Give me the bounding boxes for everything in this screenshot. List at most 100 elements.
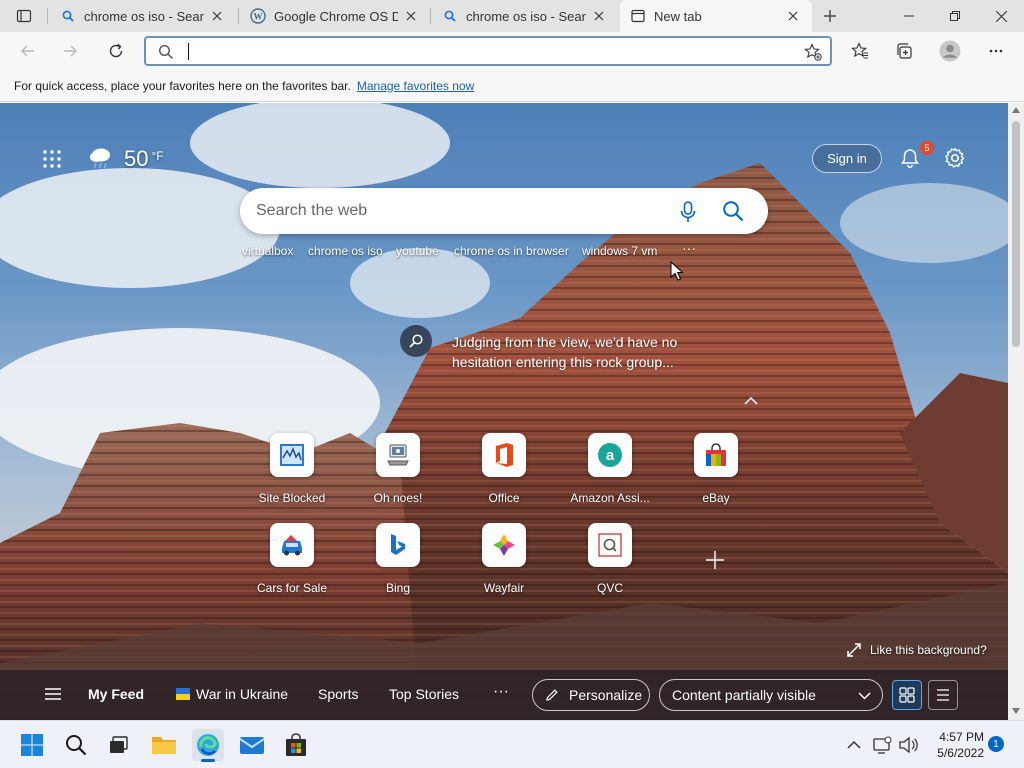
new-tab-button[interactable] <box>814 0 846 32</box>
refresh-button[interactable] <box>100 35 132 67</box>
page-scrollbar[interactable] <box>1008 103 1024 720</box>
show-hidden-icons-button[interactable] <box>840 729 868 761</box>
address-input[interactable] <box>186 42 786 62</box>
site-blocked-icon <box>280 444 304 466</box>
quick-link-qvc[interactable]: QVC <box>566 523 654 595</box>
chevron-up-icon <box>847 740 861 749</box>
feed-tab-my-feed[interactable]: My Feed <box>88 686 144 702</box>
add-favorite-icon[interactable] <box>804 43 822 61</box>
svg-text:W: W <box>254 12 263 22</box>
image-caption[interactable]: Judging from the view, we'd have no hesi… <box>452 332 677 372</box>
feed-tab-sports[interactable]: Sports <box>318 686 358 702</box>
like-background-button[interactable]: Like this background? <box>846 642 987 658</box>
chevron-up-icon[interactable] <box>744 396 758 405</box>
more-suggestions-button[interactable]: ··· <box>682 240 696 256</box>
tab-wordpress[interactable]: W Google Chrome OS Dov <box>240 0 430 32</box>
network-icon <box>873 736 892 754</box>
bell-icon <box>901 149 919 168</box>
scroll-up-arrow-icon[interactable] <box>1012 107 1020 113</box>
store-button[interactable] <box>280 729 312 761</box>
quick-link-amazon-assistant[interactable]: a Amazon Assi... <box>566 433 654 505</box>
expand-icon <box>847 643 861 657</box>
search-suggestion[interactable]: youtube <box>396 244 439 258</box>
tab-search-2[interactable]: chrome os iso - Search <box>432 0 618 32</box>
quick-link-site-blocked[interactable]: Site Blocked <box>248 433 336 505</box>
weather-icon[interactable] <box>88 145 114 171</box>
start-button[interactable] <box>16 729 48 761</box>
tab-title: New tab <box>654 8 702 24</box>
microphone-icon[interactable] <box>678 201 698 223</box>
task-view-icon <box>110 736 128 753</box>
quick-link-office[interactable]: Office <box>460 433 548 505</box>
weather-temperature[interactable]: 50 °F <box>124 146 164 172</box>
tab-actions-button[interactable] <box>8 0 40 32</box>
search-suggestion[interactable]: chrome os iso <box>308 244 383 258</box>
add-quick-link-button[interactable] <box>704 549 726 571</box>
search-icon <box>60 8 76 24</box>
network-button[interactable] <box>870 729 894 761</box>
web-search-box[interactable]: Search the web <box>240 188 768 234</box>
search-suggestion[interactable]: windows 7 vm <box>582 244 657 258</box>
bing-icon <box>391 534 405 555</box>
close-tab-icon[interactable] <box>208 7 226 25</box>
collections-button[interactable] <box>888 35 920 67</box>
close-tab-icon[interactable] <box>590 7 608 25</box>
manage-favorites-link[interactable]: Manage favorites now <box>357 79 474 93</box>
oh-noes-icon <box>387 444 409 466</box>
file-explorer-button[interactable] <box>148 729 180 761</box>
close-window-button[interactable] <box>978 0 1024 32</box>
tab-actions-icon <box>16 9 32 23</box>
mail-button[interactable] <box>236 729 268 761</box>
quick-link-bing[interactable]: Bing <box>354 523 442 595</box>
forward-arrow-icon <box>64 45 77 57</box>
close-tab-icon[interactable] <box>402 7 420 25</box>
search-suggestion[interactable]: chrome os in browser <box>454 244 569 258</box>
image-info-button[interactable] <box>400 325 432 357</box>
content-visibility-dropdown[interactable]: Content partially visible <box>659 679 883 711</box>
page-settings-button[interactable] <box>944 147 966 169</box>
clock-date: 5/6/2022 <box>937 746 984 760</box>
edge-taskbar-button[interactable] <box>192 729 224 762</box>
grid-layout-button[interactable] <box>892 680 922 710</box>
apps-launcher-button[interactable] <box>40 147 64 171</box>
notification-center-badge[interactable]: 1 <box>988 736 1004 752</box>
amazon-assistant-icon: a <box>598 443 622 467</box>
profile-button[interactable] <box>934 35 966 67</box>
restore-button[interactable] <box>932 0 978 32</box>
list-view-icon <box>937 689 949 701</box>
windows-start-icon <box>21 734 43 756</box>
minimize-button[interactable] <box>886 0 932 32</box>
feed-more-button[interactable]: ··· <box>493 683 509 701</box>
folder-icon <box>152 737 176 754</box>
favorites-button[interactable] <box>844 35 876 67</box>
feed-tab-top-stories[interactable]: Top Stories <box>389 686 459 702</box>
quick-link-wayfair[interactable]: Wayfair <box>460 523 548 595</box>
tab-new-tab[interactable]: New tab <box>620 0 812 32</box>
taskbar-search-button[interactable] <box>60 729 92 761</box>
quick-link-ebay[interactable]: eBay <box>672 433 760 505</box>
task-view-button[interactable] <box>102 729 134 761</box>
quick-link-cars-for-sale[interactable]: Cars for Sale <box>248 523 336 595</box>
search-suggestion[interactable]: virtualbox <box>242 244 293 258</box>
new-tab-page: 50 °F Sign in 5 Search the web virtualbox… <box>0 103 1008 720</box>
settings-more-button[interactable] <box>980 35 1012 67</box>
list-layout-button[interactable] <box>928 680 958 710</box>
search-submit-icon[interactable] <box>722 200 744 222</box>
scrollbar-thumb[interactable] <box>1012 121 1020 347</box>
scroll-down-arrow-icon[interactable] <box>1012 708 1020 714</box>
personalize-button[interactable]: Personalize <box>532 679 650 711</box>
system-clock[interactable]: 4:57 PM 5/6/2022 <box>926 729 984 761</box>
text-cursor <box>188 43 189 60</box>
close-tab-icon[interactable] <box>784 7 802 25</box>
address-bar[interactable] <box>144 36 832 66</box>
quick-link-oh-noes[interactable]: Oh noes! <box>354 433 442 505</box>
feed-tab-war-in-ukraine[interactable]: War in Ukraine <box>176 686 288 702</box>
tab-search-1[interactable]: chrome os iso - Search <box>50 0 236 32</box>
volume-button[interactable] <box>896 729 920 761</box>
notifications-button[interactable]: 5 <box>899 141 934 171</box>
feed-menu-button[interactable] <box>44 687 62 701</box>
back-button[interactable] <box>12 35 44 67</box>
quick-link-label: Site Blocked <box>258 491 326 505</box>
sign-in-button[interactable]: Sign in <box>812 144 882 173</box>
forward-button[interactable] <box>54 35 86 67</box>
